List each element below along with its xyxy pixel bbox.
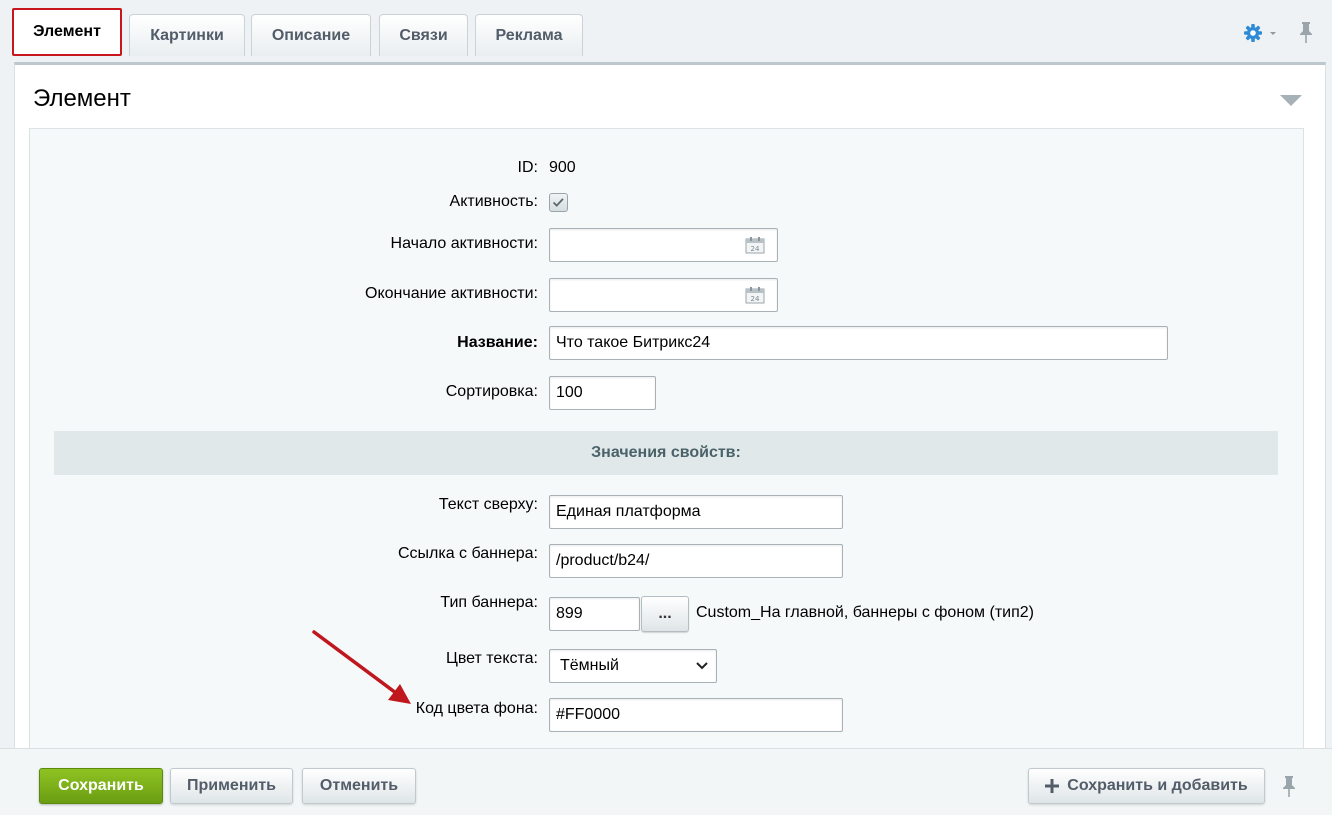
tab-bar: Элемент Картинки Описание Связи Реклама [0, 0, 1332, 60]
bg-color-code-input[interactable]: #FF0000 [549, 698, 843, 732]
name-label: Название: [457, 334, 538, 351]
banner-link-label: Ссылка с баннера: [397, 545, 538, 562]
id-label: ID: [517, 159, 538, 176]
panel-title: Элемент [33, 85, 131, 112]
save-and-add-button[interactable]: Сохранить и добавить [1028, 768, 1265, 804]
id-value: 900 [549, 159, 576, 176]
plus-icon [1045, 779, 1060, 793]
svg-text:24: 24 [751, 245, 760, 253]
triangle-down-icon[interactable] [1279, 93, 1303, 107]
text-color-label: Цвет текста: [445, 650, 538, 667]
text-color-select[interactable]: Тёмный [549, 649, 717, 683]
text-color-selected: Тёмный [560, 657, 619, 674]
banner-type-input[interactable]: 899 [549, 597, 640, 631]
banner-type-select-button[interactable]: ... [641, 596, 689, 632]
active-to-label: Окончание активности: [365, 285, 538, 302]
text-top-input[interactable]: Единая платформа [549, 495, 843, 529]
active-from-input[interactable]: 24 [549, 228, 778, 262]
bg-color-code-label: Код цвета фона: [415, 700, 538, 717]
text-top-label: Текст сверху: [438, 496, 538, 513]
active-checkbox[interactable] [549, 193, 568, 212]
cancel-button[interactable]: Отменить [302, 768, 416, 804]
pin-icon[interactable] [1279, 774, 1299, 798]
active-from-label: Начало активности: [390, 235, 538, 252]
name-input[interactable]: Что такое Битрикс24 [549, 326, 1168, 360]
banner-link-input[interactable]: /product/b24/ [549, 544, 843, 578]
tab-advertising[interactable]: Реклама [475, 14, 583, 56]
svg-text:24: 24 [751, 295, 760, 303]
bottom-toolbar: Сохранить Применить Отменить Сохранить и… [0, 748, 1332, 815]
calendar-icon[interactable]: 24 [745, 287, 765, 304]
tab-description[interactable]: Описание [251, 14, 371, 56]
properties-header: Значения свойств: [54, 431, 1278, 475]
save-and-add-label: Сохранить и добавить [1067, 777, 1248, 794]
gear-icon[interactable] [1242, 22, 1278, 44]
tab-images[interactable]: Картинки [129, 14, 245, 56]
sort-input[interactable]: 100 [549, 376, 656, 410]
chevron-down-icon [696, 662, 708, 670]
banner-type-label: Тип баннера: [440, 594, 538, 611]
sort-label: Сортировка: [445, 383, 538, 400]
active-to-input[interactable]: 24 [549, 278, 778, 312]
pin-icon[interactable] [1296, 20, 1316, 44]
tab-element[interactable]: Элемент [12, 8, 122, 56]
apply-button[interactable]: Применить [170, 768, 293, 804]
tab-links[interactable]: Связи [379, 14, 468, 56]
save-button[interactable]: Сохранить [39, 768, 163, 804]
banner-type-description: Custom_На главной, баннеры с фоном (тип2… [696, 604, 1034, 621]
active-label: Активность: [449, 193, 538, 210]
calendar-icon[interactable]: 24 [745, 237, 765, 254]
checkmark-icon [552, 198, 564, 207]
annotation-arrow-icon [312, 630, 411, 704]
